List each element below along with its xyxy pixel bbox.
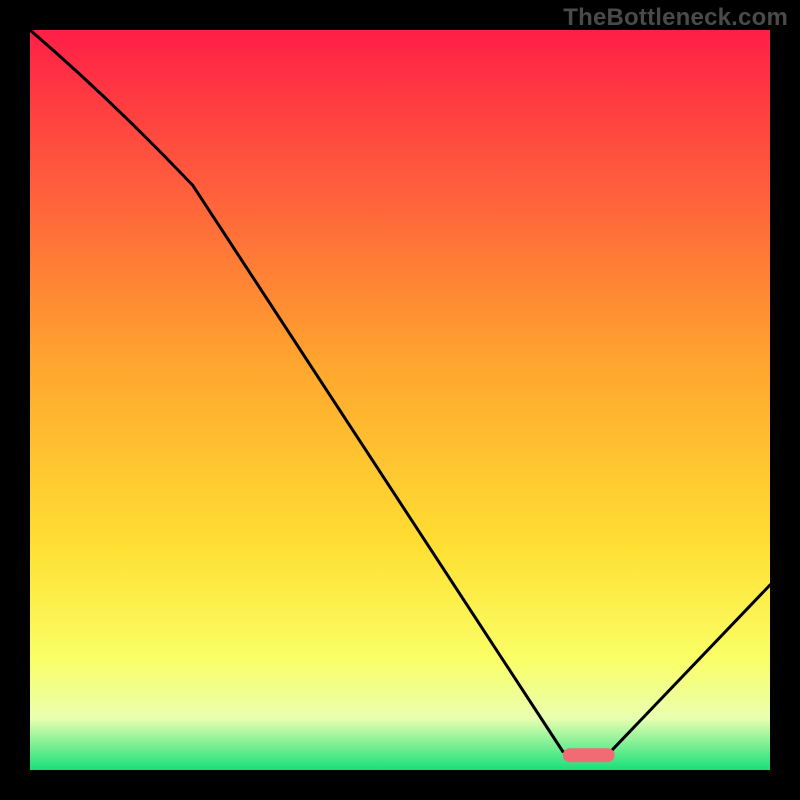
chart-svg	[30, 30, 770, 770]
watermark-text: TheBottleneck.com	[563, 4, 788, 32]
optimal-range-marker	[563, 748, 615, 762]
chart-frame: TheBottleneck.com	[0, 0, 800, 800]
gradient-background	[30, 30, 770, 770]
plot-area	[30, 30, 770, 770]
